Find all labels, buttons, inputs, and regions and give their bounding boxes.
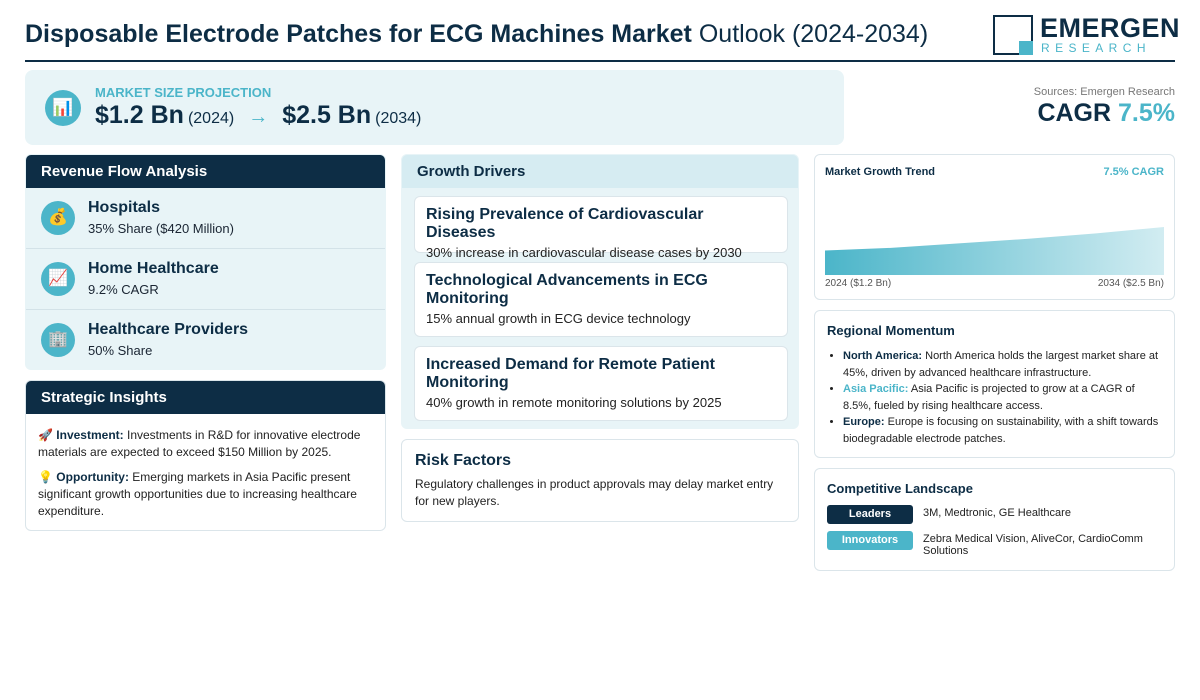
revenue-item-value: 9.2% CAGR: [88, 282, 159, 297]
chart-annotation: 7.5% CAGR: [1103, 166, 1164, 178]
driver-item: Technological Advancements in ECG Monito…: [414, 262, 788, 337]
emergen-logo: EMERGEN RESEARCH: [993, 13, 1180, 56]
chart-title: Market Growth Trend: [825, 166, 936, 178]
driver-desc: 30% increase in cardiovascular disease c…: [426, 245, 742, 260]
innovators-badge: Innovators: [827, 531, 913, 550]
region-item-north-america: North America: North America holds the l…: [843, 348, 1162, 381]
strategic-insights-body: 🚀 Investment: Investments in R&D for inn…: [26, 414, 385, 520]
growth-area-series: [825, 227, 1164, 275]
competitive-row-innovators: Innovators Zebra Medical Vision, AliveCo…: [827, 531, 1164, 557]
cagr-value: 7.5%: [1118, 99, 1175, 127]
region-text: Europe is focusing on sustainability, wi…: [843, 416, 1159, 445]
growth-drivers-title: Growth Drivers: [402, 155, 798, 188]
regional-momentum-title: Regional Momentum: [827, 323, 955, 338]
regional-list: North America: North America holds the l…: [827, 348, 1162, 447]
revenue-item-value: 50% Share: [88, 343, 153, 358]
projection-start-year: (2024): [187, 110, 235, 127]
region-name: North America:: [843, 350, 923, 362]
region-item-europe: Europe: Europe is focusing on sustainabi…: [843, 414, 1162, 447]
driver-desc: 15% annual growth in ECG device technolo…: [426, 311, 691, 326]
insight-opportunity: 💡 Opportunity: Emerging markets in Asia …: [38, 469, 373, 520]
rocket-icon: 🚀: [38, 428, 53, 442]
lightbulb-icon: 💡: [38, 470, 53, 484]
logo-main-text: EMERGEN: [1040, 13, 1181, 43]
chart-start-label: 2024 ($1.2 Bn): [825, 278, 892, 289]
region-item-asia-pacific: Asia Pacific: Asia Pacific is projected …: [843, 381, 1162, 414]
driver-desc: 40% growth in remote monitoring solution…: [426, 395, 722, 410]
header: Disposable Electrode Patches for ECG Mac…: [25, 12, 1180, 62]
insight-investment: 🚀 Investment: Investments in R&D for inn…: [38, 427, 373, 461]
driver-item: Increased Demand for Remote Patient Moni…: [414, 346, 788, 421]
risk-factors-desc: Regulatory challenges in product approva…: [415, 477, 774, 508]
revenue-flow-title: Revenue Flow Analysis: [26, 155, 385, 188]
competitive-landscape-card: Competitive Landscape Leaders 3M, Medtro…: [814, 468, 1175, 571]
driver-title: Rising Prevalence of Cardiovascular Dise…: [426, 206, 704, 241]
competitive-row-leaders: Leaders 3M, Medtronic, GE Healthcare: [827, 505, 1164, 525]
strategic-insights-title: Strategic Insights: [26, 381, 385, 414]
page-title-bold: Disposable Electrode Patches for ECG Mac…: [25, 20, 692, 48]
insight-label: Investment:: [56, 428, 124, 442]
building-icon: 🏢: [41, 323, 75, 357]
projection-start-value: $1.2 Bn: [95, 101, 184, 129]
revenue-item-home-healthcare: 📈 Home Healthcare 9.2% CAGR: [26, 249, 385, 310]
leaders-companies: 3M, Medtronic, GE Healthcare: [923, 507, 1071, 519]
innovators-companies: Zebra Medical Vision, AliveCor, CardioCo…: [923, 533, 1143, 557]
page-title: Disposable Electrode Patches for ECG Mac…: [25, 20, 928, 49]
risk-factors-card: Risk Factors Regulatory challenges in pr…: [401, 439, 799, 522]
projection-end-value: $2.5 Bn: [282, 101, 372, 129]
region-name: Europe:: [843, 416, 885, 428]
market-growth-trend-card: Market Growth Trend 7.5% CAGR 2024 ($1.2…: [814, 154, 1175, 300]
money-bag-icon: 💰: [41, 201, 75, 235]
logo-sub-text: RESEARCH: [1041, 41, 1151, 55]
projection-end-year: (2034): [375, 110, 422, 127]
driver-title: Technological Advancements in ECG Monito…: [426, 272, 708, 307]
revenue-item-name: Healthcare Providers: [88, 321, 249, 338]
projection-label: MARKET SIZE PROJECTION: [95, 85, 272, 100]
chart-icon: 📊: [45, 90, 81, 126]
competitive-landscape-title: Competitive Landscape: [827, 481, 973, 496]
cagr-display: CAGR 7.5%: [1034, 99, 1175, 128]
strategic-insights-card: Strategic Insights 🚀 Investment: Investm…: [25, 380, 386, 531]
market-size-projection: 📊 MARKET SIZE PROJECTION $1.2 Bn (2024) → $…: [25, 70, 844, 145]
insight-label: Opportunity:: [56, 470, 129, 484]
sources-text: Sources: Emergen Research: [1033, 86, 1175, 98]
leaders-badge: Leaders: [827, 505, 913, 524]
region-name: Asia Pacific:: [843, 383, 909, 395]
revenue-item-name: Home Healthcare: [88, 260, 219, 277]
growth-drivers-card: Growth Drivers Rising Prevalence of Card…: [401, 154, 799, 429]
risk-factors-title: Risk Factors: [415, 452, 512, 469]
growth-area-chart: [825, 227, 1164, 275]
trend-chart-icon: 📈: [41, 262, 75, 296]
revenue-item-value: 35% Share ($420 Million): [88, 221, 234, 236]
revenue-flow-card: Revenue Flow Analysis 💰 Hospitals 35% Sh…: [25, 154, 386, 370]
chart-end-label: 2034 ($2.5 Bn): [1097, 278, 1164, 289]
projection-values: $1.2 Bn (2024) → $2.5 Bn (2034): [95, 101, 421, 130]
arrow-right-icon: →: [248, 106, 269, 128]
revenue-item-hospitals: 💰 Hospitals 35% Share ($420 Million): [26, 188, 385, 249]
revenue-item-healthcare-providers: 🏢 Healthcare Providers 50% Share: [26, 310, 385, 369]
logo-mark-icon: [993, 15, 1033, 55]
driver-title: Increased Demand for Remote Patient Moni…: [426, 356, 715, 391]
regional-momentum-card: Regional Momentum North America: North A…: [814, 310, 1175, 458]
cagr-label: CAGR: [1037, 99, 1112, 127]
revenue-item-name: Hospitals: [88, 199, 161, 216]
driver-item: Rising Prevalence of Cardiovascular Dise…: [414, 196, 788, 260]
page-title-rest: Outlook (2024-2034): [698, 20, 929, 48]
cagr-summary: Sources: Emergen Research CAGR 7.5%: [1034, 86, 1175, 128]
